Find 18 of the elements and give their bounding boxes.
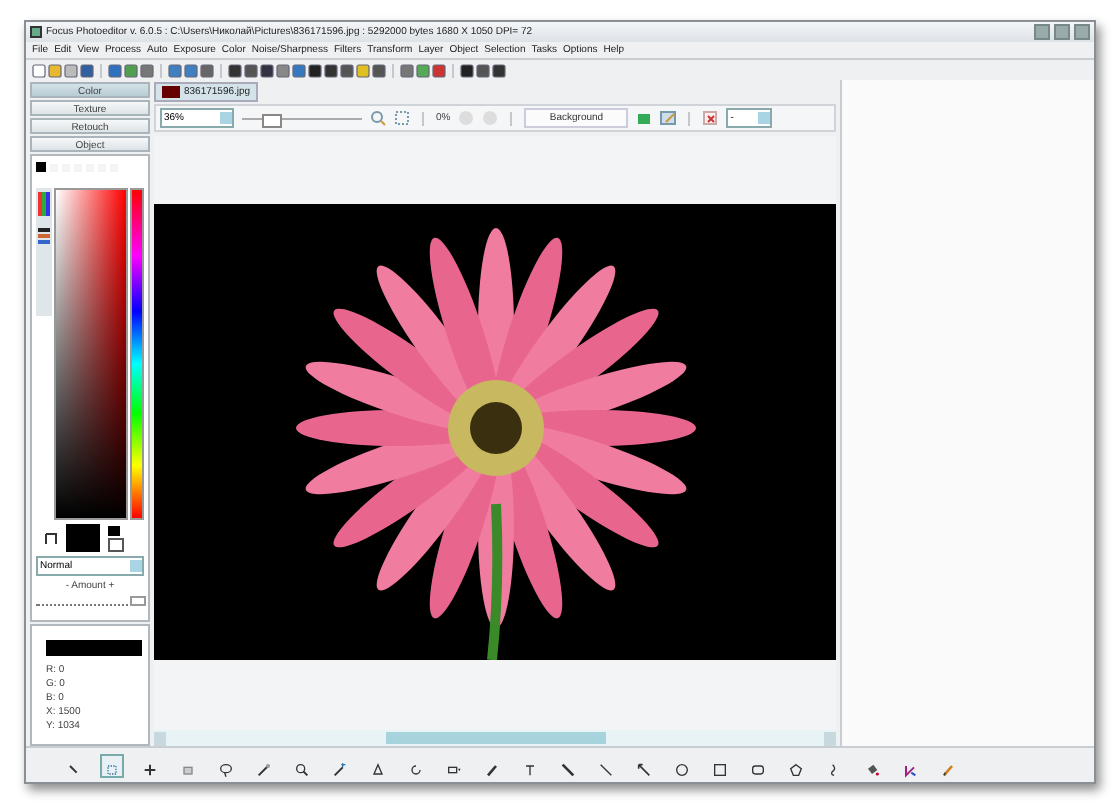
app-icon — [30, 26, 42, 38]
color-preview — [46, 640, 142, 656]
zoom-in-icon[interactable] — [370, 110, 386, 126]
color-gradient[interactable] — [54, 188, 128, 520]
slider-thumb[interactable] — [262, 113, 283, 127]
amount-slider[interactable] — [36, 596, 144, 606]
color-swatch[interactable] — [36, 162, 46, 172]
slider-thumb[interactable] — [130, 596, 146, 606]
delete-icon[interactable] — [702, 110, 719, 126]
color-swatch[interactable] — [108, 525, 120, 535]
foreground-color[interactable] — [66, 524, 100, 552]
wand-icon — [332, 757, 348, 781]
color-swatch[interactable] — [108, 537, 124, 551]
edit-icon[interactable] — [660, 110, 677, 126]
horizontal-scrollbar[interactable] — [154, 730, 836, 746]
zoom-fit-icon[interactable] — [394, 110, 410, 126]
hue-spectrum[interactable] — [129, 188, 144, 520]
select-tool[interactable] — [100, 753, 124, 777]
